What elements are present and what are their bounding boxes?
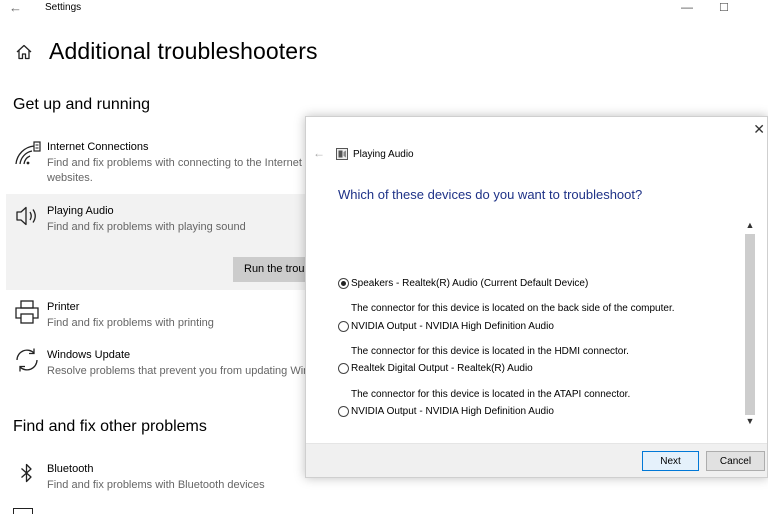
bluetooth-icon [21, 463, 32, 483]
scroll-thumb[interactable] [745, 234, 755, 415]
item-name: Printer [47, 301, 80, 313]
device-list: Speakers - Realtek(R) Audio (Current Def… [334, 217, 762, 429]
wifi-icon [15, 141, 41, 165]
minimize-icon[interactable]: — [681, 0, 693, 14]
troubleshooter-app-icon [336, 148, 348, 160]
item-name: Windows Update [47, 349, 131, 361]
section-title-get-up-running: Get up and running [13, 96, 150, 113]
troubleshooter-dialog: ✕ ← Playing Audio Which of these devices… [305, 116, 768, 478]
dialog-app-title: Playing Audio [353, 149, 414, 160]
scroll-down-icon[interactable]: ▼ [743, 416, 757, 430]
item-description: Resolve problems that prevent you from u… [47, 365, 339, 377]
close-icon[interactable]: ✕ [753, 121, 765, 138]
cancel-button[interactable]: Cancel [706, 451, 765, 471]
item-description: websites. [47, 172, 93, 184]
item-bluetooth[interactable]: Bluetooth Find and fix problems with Blu… [6, 460, 306, 500]
section-title-find-fix-other: Find and fix other problems [13, 418, 207, 435]
dialog-footer: Next Cancel [306, 443, 767, 477]
partial-item-icon [13, 508, 33, 514]
radio-button[interactable] [338, 278, 349, 289]
item-name: Internet Connections [47, 141, 149, 153]
home-icon[interactable] [14, 42, 34, 62]
device-option-label: NVIDIA Output - NVIDIA High Definition A… [351, 406, 554, 417]
next-button[interactable]: Next [642, 451, 699, 471]
window-title: Settings [45, 2, 82, 13]
radio-button[interactable] [338, 406, 349, 417]
item-internet-connections[interactable]: Internet Connections Find and fix proble… [6, 138, 327, 188]
device-option-label: Speakers - Realtek(R) Audio (Current Def… [351, 278, 589, 289]
page-header: Additional troubleshooters [14, 38, 318, 65]
maximize-icon[interactable]: ☐ [719, 1, 729, 14]
device-option-label: NVIDIA Output - NVIDIA High Definition A… [351, 321, 554, 332]
scroll-up-icon[interactable]: ▲ [743, 220, 757, 234]
device-list-scrollbar[interactable]: ▲ ▼ [743, 220, 757, 430]
device-option-description: The connector for this device is located… [351, 346, 629, 357]
device-option-label: Realtek Digital Output - Realtek(R) Audi… [351, 363, 533, 374]
back-arrow-icon[interactable]: ← [9, 0, 22, 15]
item-name: Bluetooth [47, 463, 94, 475]
item-description: Find and fix problems with Bluetooth dev… [47, 479, 265, 491]
device-option-speakers-realtek[interactable]: Speakers - Realtek(R) Audio (Current Def… [338, 278, 588, 289]
item-description: Find and fix problems with playing sound [47, 221, 246, 233]
radio-button[interactable] [338, 363, 349, 374]
radio-button[interactable] [338, 321, 349, 332]
device-option-realtek-digital[interactable]: Realtek Digital Output - Realtek(R) Audi… [338, 363, 533, 374]
item-description: Find and fix problems with printing [47, 317, 214, 329]
device-option-nvidia-2[interactable]: NVIDIA Output - NVIDIA High Definition A… [338, 406, 554, 417]
item-windows-update[interactable]: Windows Update Resolve problems that pre… [6, 346, 338, 386]
item-name: Playing Audio [47, 205, 114, 217]
device-option-description: The connector for this device is located… [351, 303, 675, 314]
item-printer[interactable]: Printer Find and fix problems with print… [6, 298, 306, 338]
back-arrow-icon[interactable]: ← [313, 146, 325, 160]
device-option-description: The connector for this device is located… [351, 389, 631, 400]
device-option-nvidia-hdmi[interactable]: NVIDIA Output - NVIDIA High Definition A… [338, 321, 554, 332]
title-bar: ← Settings — ☐ [0, 0, 768, 20]
printer-icon [15, 300, 39, 324]
speaker-icon [16, 206, 36, 226]
page-title: Additional troubleshooters [49, 38, 318, 64]
item-description: Find and fix problems with connecting to… [47, 157, 328, 169]
refresh-icon [16, 348, 38, 372]
dialog-question: Which of these devices do you want to tr… [338, 187, 643, 202]
